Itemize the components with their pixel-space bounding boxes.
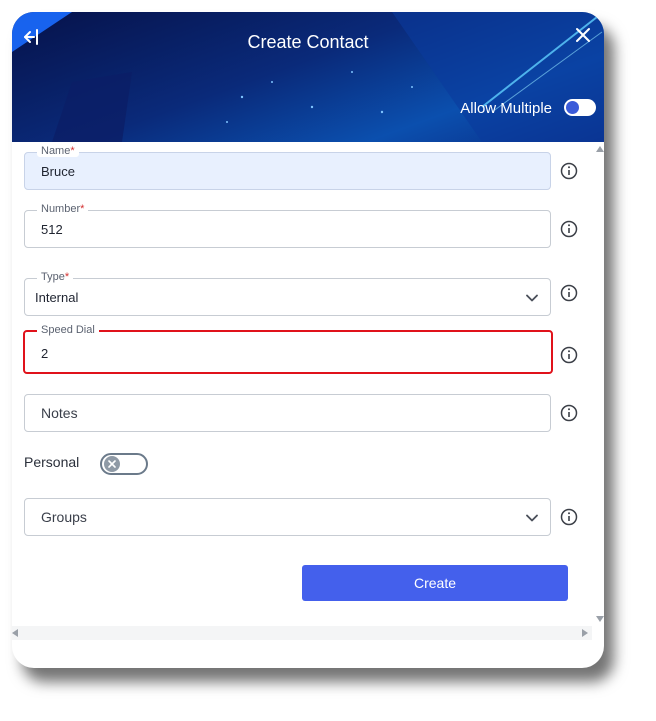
type-select-value: Internal xyxy=(35,290,79,305)
info-icon[interactable] xyxy=(560,162,578,180)
required-mark: * xyxy=(70,145,75,157)
allow-multiple-toggle-knob xyxy=(566,101,579,114)
name-field-value: Bruce xyxy=(41,164,75,179)
info-icon[interactable] xyxy=(560,346,578,364)
scroll-down-arrow-icon[interactable] xyxy=(596,616,604,622)
info-icon-glyph xyxy=(560,404,578,422)
required-mark: * xyxy=(80,203,85,215)
type-select-label: Type* xyxy=(37,271,74,283)
info-icon-glyph xyxy=(560,508,578,526)
create-contact-dialog: Create Contact Allow Multiple Name* Bruc… xyxy=(12,12,604,668)
speed-dial-field[interactable]: Speed Dial 2 xyxy=(23,324,553,374)
info-icon[interactable] xyxy=(560,404,578,422)
dialog-title: Create Contact xyxy=(247,32,369,52)
notes-placeholder: Notes xyxy=(41,405,78,421)
info-icon[interactable] xyxy=(560,220,578,238)
info-icon-glyph xyxy=(560,220,578,238)
name-field-label: Name* xyxy=(37,145,79,157)
dialog-header: Create Contact Allow Multiple xyxy=(12,12,604,142)
horizontal-scrollbar[interactable] xyxy=(12,626,592,640)
info-icon-glyph xyxy=(560,162,578,180)
personal-toggle[interactable] xyxy=(100,453,148,475)
close-icon[interactable] xyxy=(574,26,594,46)
number-field-label: Number* xyxy=(37,203,89,215)
allow-multiple-label: Allow Multiple xyxy=(460,100,552,117)
info-icon-glyph xyxy=(560,346,578,364)
chevron-down-icon xyxy=(526,294,538,302)
type-label-text: Type xyxy=(41,271,65,283)
scroll-right-arrow-icon[interactable] xyxy=(582,629,588,637)
notes-field[interactable]: Notes xyxy=(24,394,551,432)
groups-select[interactable]: Groups xyxy=(24,498,551,536)
number-field-value: 512 xyxy=(41,222,63,237)
number-field[interactable]: Number* 512 xyxy=(24,203,551,248)
close-icon-glyph xyxy=(576,28,590,42)
scroll-left-arrow-icon[interactable] xyxy=(12,629,18,637)
info-icon-glyph xyxy=(560,284,578,302)
info-icon[interactable] xyxy=(560,284,578,302)
personal-label: Personal xyxy=(24,454,80,470)
form-content: Name* Bruce Number* 512 Type* Internal S… xyxy=(12,142,604,637)
create-button[interactable]: Create xyxy=(302,565,568,601)
groups-placeholder: Groups xyxy=(41,509,87,525)
personal-toggle-knob xyxy=(104,456,120,472)
required-mark: * xyxy=(64,271,70,283)
info-icon[interactable] xyxy=(560,508,578,526)
close-small-icon xyxy=(108,460,116,468)
speed-dial-field-value: 2 xyxy=(41,346,49,361)
chevron-down-icon xyxy=(526,514,538,522)
allow-multiple-toggle[interactable] xyxy=(564,99,596,116)
name-field[interactable]: Name* Bruce xyxy=(24,145,551,190)
number-label-text: Number xyxy=(41,203,81,215)
speed-dial-field-label: Speed Dial xyxy=(37,324,99,336)
scroll-up-arrow-icon[interactable] xyxy=(596,146,604,152)
name-label-text: Name xyxy=(41,145,71,157)
vertical-scrollbar[interactable] xyxy=(595,142,604,622)
type-select[interactable]: Type* Internal xyxy=(24,271,551,316)
